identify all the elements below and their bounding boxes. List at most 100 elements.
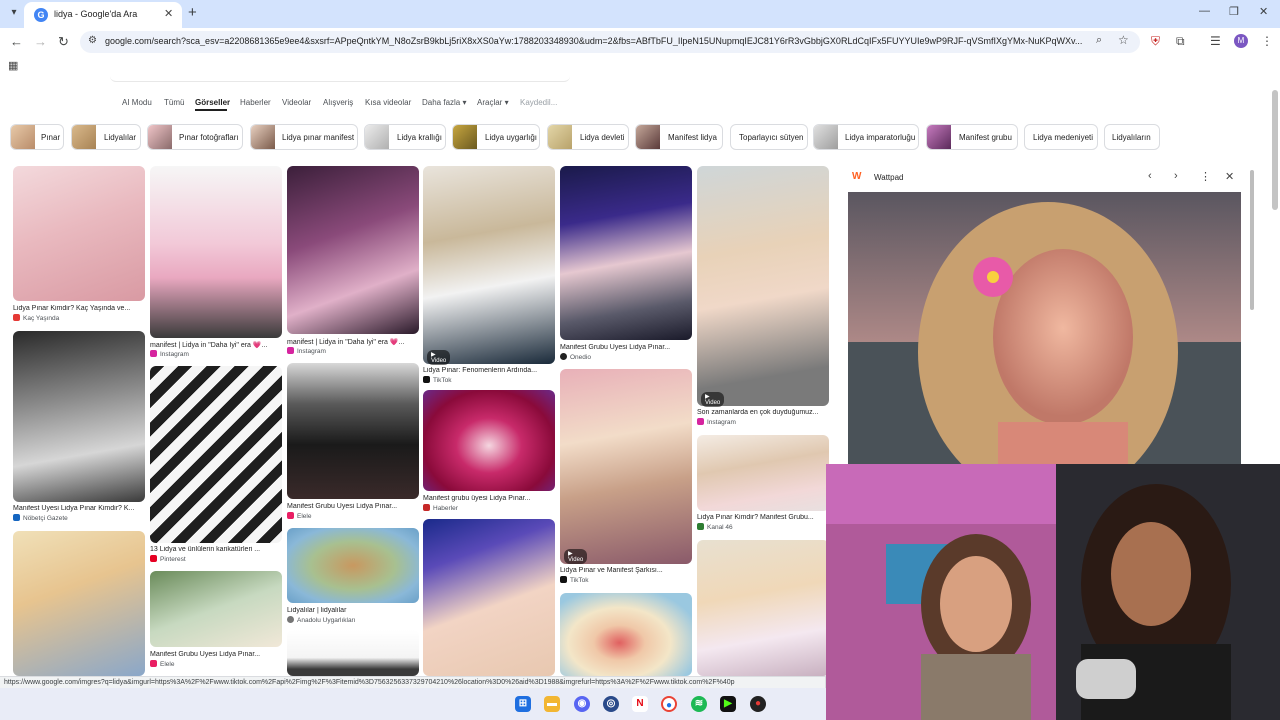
tab-ai-mode[interactable]: AI Modu	[122, 98, 152, 107]
panel-source-name[interactable]: Wattpad	[874, 173, 904, 182]
browser-window: ▾ G lidya - Google'da Ara ✕ + — ❐ ✕ ← → …	[0, 0, 1280, 720]
tab-short-videos[interactable]: Kısa videolar	[365, 98, 411, 107]
result-caption: Son zamanlarda en çok duyduğumuz...	[697, 409, 819, 416]
address-bar[interactable]: ⚙ google.com/search?sca_esv=a2208681365e…	[80, 31, 1140, 53]
chip-manifest-lidya[interactable]: Manifest lidya	[635, 124, 723, 150]
tab-active[interactable]: G lidya - Google'da Ara ✕	[24, 2, 182, 28]
tab-tools[interactable]: Araçlar ▾	[477, 98, 509, 107]
chip-pinar-fotograflari[interactable]: Pınar fotoğrafları	[147, 124, 243, 150]
tab-shopping[interactable]: Alışveriş	[323, 98, 353, 107]
result-thumbnail	[13, 331, 145, 502]
chevron-right-icon[interactable]: ›	[1174, 170, 1178, 182]
result-caption: Manifest Grubu Üyesi Lidya Pınar...	[287, 503, 398, 510]
result-caption: manifest | Lidya in "Daha İyi" era 💗...	[287, 339, 405, 346]
start-icon[interactable]: ⊞	[515, 696, 531, 712]
chip-lidya-pinar-manifest[interactable]: Lidya pınar manifest	[250, 124, 358, 150]
video-badge: ▶ Video	[564, 549, 588, 564]
star-icon[interactable]: ☆	[1118, 33, 1129, 47]
chip-thumbnail	[365, 125, 389, 149]
reading-list-icon[interactable]: ☰	[1210, 34, 1221, 48]
result-thumbnail	[287, 363, 419, 499]
chevron-left-icon[interactable]: ‹	[1148, 170, 1152, 182]
tab-strip: ▾ G lidya - Google'da Ara ✕ + — ❐ ✕	[0, 0, 1280, 28]
chip-lidyalilar[interactable]: Lidyalılar	[71, 124, 141, 150]
site-info-icon[interactable]: ⚙	[88, 35, 97, 46]
chip-lidya-uygarligi[interactable]: Lidya uygarlığı	[452, 124, 540, 150]
url-text[interactable]: google.com/search?sca_esv=a2208681365e9e…	[105, 36, 1095, 46]
close-icon[interactable]: ✕	[1225, 170, 1234, 183]
spotify-icon[interactable]: ≋	[691, 696, 707, 712]
panel-scrollbar[interactable]	[1250, 170, 1254, 310]
chip-lidya-imparatorlugu[interactable]: Lidya imparatorluğu	[813, 124, 919, 150]
extensions-icon[interactable]: ⧉	[1176, 34, 1185, 49]
minimize-icon[interactable]: —	[1199, 5, 1210, 17]
arrow-left-icon[interactable]: ←	[10, 34, 23, 49]
chip-manifest-grubu[interactable]: Manifest grubu	[926, 124, 1018, 150]
chip-thumbnail	[814, 125, 838, 149]
netflix-icon[interactable]: N	[632, 696, 648, 712]
file-explorer-icon[interactable]: ▬	[544, 696, 560, 712]
source-label: Pinterest	[160, 556, 186, 563]
chip-pinar[interactable]: Pınar	[10, 124, 64, 150]
discord-icon[interactable]: ◉	[574, 696, 590, 712]
steam-icon[interactable]: ◎	[603, 696, 619, 712]
chip-thumbnail	[453, 125, 477, 149]
result-source: Kaç Yaşında	[13, 314, 59, 322]
chip-lidyalilarin[interactable]: Lidyalıların	[1104, 124, 1160, 150]
webcam-feed	[826, 464, 1280, 720]
result-thumbnail	[423, 390, 555, 491]
result-source: Instagram	[697, 418, 736, 426]
obs-icon[interactable]: ●	[750, 696, 766, 712]
chip-thumbnail	[548, 125, 572, 149]
close-tab-icon[interactable]: ✕	[164, 7, 173, 20]
source-label: Instagram	[297, 348, 326, 355]
result-caption: Manifest Grubu Üyesi Lidya Pınar...	[560, 344, 671, 351]
extension-shield-icon[interactable]: ⛨	[1151, 34, 1160, 49]
tab-news[interactable]: Haberler	[240, 98, 271, 107]
result-thumbnail	[13, 531, 145, 676]
page-scrollbar[interactable]	[1272, 90, 1278, 210]
tab-images[interactable]: Görseller	[195, 98, 230, 107]
chip-label: Lidya medeniyeti	[1033, 133, 1094, 142]
tab-all[interactable]: Tümü	[164, 98, 184, 107]
source-favicon-icon	[150, 660, 157, 667]
instagram-icon	[697, 418, 704, 425]
window-close-icon[interactable]: ✕	[1259, 5, 1268, 18]
restore-icon[interactable]: ❐	[1229, 5, 1239, 18]
result-source: Elele	[287, 512, 311, 520]
result-source: Haberler	[423, 504, 458, 512]
apps-grid-icon[interactable]: ▦	[8, 59, 18, 72]
chip-lidya-medeniyeti[interactable]: Lidya medeniyeti	[1024, 124, 1098, 150]
search-box-edge	[110, 76, 570, 82]
chip-label: Lidya imparatorluğu	[845, 133, 916, 142]
chip-thumbnail	[72, 125, 96, 149]
result-caption: Manifest Üyesi Lidya Pınar Kimdir? K...	[13, 505, 135, 512]
source-label: Elele	[160, 661, 175, 668]
arrow-right-icon[interactable]: →	[34, 34, 47, 49]
pinterest-icon	[150, 555, 157, 562]
chrome-icon[interactable]: ●	[661, 696, 677, 712]
result-caption: Manifest Grubu Üyesi Lidya Pınar...	[150, 651, 261, 658]
preview-image[interactable]	[848, 192, 1241, 474]
chip-label: Lidya pınar manifest	[282, 133, 355, 142]
profile-avatar[interactable]: M	[1234, 34, 1248, 48]
new-tab-icon[interactable]: +	[188, 4, 197, 21]
chip-toparlayici-sutyen[interactable]: Toparlayıcı sütyen	[730, 124, 808, 150]
chip-lidya-devleti[interactable]: Lidya devleti	[547, 124, 629, 150]
chip-thumbnail	[927, 125, 951, 149]
lens-icon[interactable]: ⌕	[1096, 34, 1102, 47]
chip-thumbnail	[11, 125, 35, 149]
more-options-icon[interactable]: ⋮	[1200, 170, 1211, 183]
tab-saved[interactable]: Kaydedil...	[520, 98, 557, 107]
chip-lidya-kralligi[interactable]: Lidya krallığı	[364, 124, 446, 150]
result-source: Nöbetçi Gazete	[13, 514, 68, 522]
tiktok-icon	[423, 376, 430, 383]
menu-icon[interactable]: ⋮	[1261, 34, 1273, 48]
tab-videos[interactable]: Videolar	[282, 98, 311, 107]
result-thumbnail	[150, 366, 282, 543]
tab-search-icon[interactable]: ▾	[6, 5, 22, 21]
video-badge: ▶ Video	[427, 350, 451, 365]
reload-icon[interactable]: ↻	[58, 34, 69, 50]
kick-icon[interactable]: ▶	[720, 696, 736, 712]
tab-more[interactable]: Daha fazla ▾	[422, 98, 466, 107]
